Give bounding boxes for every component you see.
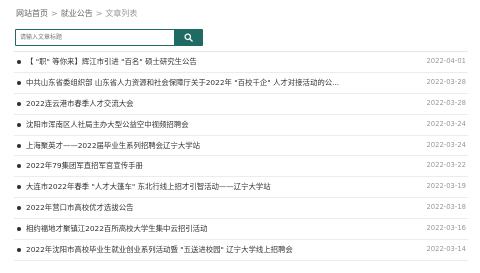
article-date: 2022-03-14 xyxy=(426,245,466,254)
bullet-icon xyxy=(17,227,21,232)
list-item[interactable]: 2022年沈阳市高校毕业生就业创业系列活动暨 "五送进校园" 辽宁大学线上招聘会… xyxy=(14,240,468,261)
article-title-link[interactable]: 上海聚英才——2022届毕业生系列招聘会辽宁大学站 xyxy=(26,136,426,156)
list-item[interactable]: 相约福地才聚镇江2022百所高校大学生集中云招引活动 2022-03-16 xyxy=(14,219,468,241)
bullet-icon xyxy=(17,143,21,148)
bullet-icon xyxy=(17,101,21,106)
article-list: 【 "职" 等你来】辉江市引进 "百名" 硕士研究生公告 2022-04-01 中… xyxy=(14,51,468,261)
bullet-icon xyxy=(17,122,21,127)
article-date: 2022-03-16 xyxy=(426,224,466,233)
list-item[interactable]: 2022年营口市高校优才选拔公告 2022-03-18 xyxy=(14,198,468,220)
list-item[interactable]: 大连市2022年春季 "人才大篷车" 东北行线上招才引智活动——辽宁大学站 202… xyxy=(14,177,468,199)
search-icon xyxy=(183,33,193,42)
article-date: 2022-03-24 xyxy=(426,119,466,128)
list-item[interactable]: 【 "职" 等你来】辉江市引进 "百名" 硕士研究生公告 2022-04-01 xyxy=(14,52,468,73)
article-date: 2022-03-22 xyxy=(426,161,466,170)
search-bar xyxy=(15,29,203,46)
article-date: 2022-03-28 xyxy=(426,98,466,107)
list-item[interactable]: 上海聚英才——2022届毕业生系列招聘会辽宁大学站 2022-03-24 xyxy=(14,136,468,157)
article-title-link[interactable]: 2022年沈阳市高校毕业生就业创业系列活动暨 "五送进校园" 辽宁大学线上招聘会 xyxy=(26,240,426,260)
breadcrumb-section-link[interactable]: 就业公告 xyxy=(61,9,93,18)
article-title-link[interactable]: 2022连云港市春季人才交流大会 xyxy=(26,94,426,114)
breadcrumb: 网站首页 > 就业公告 > 文章列表 xyxy=(16,8,137,19)
breadcrumb-current: 文章列表 xyxy=(105,9,138,18)
search-input[interactable] xyxy=(16,30,174,45)
bullet-icon xyxy=(17,206,21,211)
article-date: 2022-03-24 xyxy=(426,140,466,149)
article-title-link[interactable]: 【 "职" 等你来】辉江市引进 "百名" 硕士研究生公告 xyxy=(26,52,426,72)
article-date: 2022-03-19 xyxy=(426,182,466,191)
bullet-icon xyxy=(17,164,21,169)
article-date: 2022-03-28 xyxy=(426,77,466,86)
list-item[interactable]: 2022连云港市春季人才交流大会 2022-03-28 xyxy=(14,94,468,115)
breadcrumb-separator: > xyxy=(51,9,58,18)
article-date: 2022-04-01 xyxy=(426,57,466,65)
breadcrumb-home-link[interactable]: 网站首页 xyxy=(16,9,48,18)
article-list-page: 网站首页>就业公告>文章列表 【 "职" 等你来】辉江市引进 "百名" 硕士研究… xyxy=(0,0,480,273)
article-title-link[interactable]: 相约福地才聚镇江2022百所高校大学生集中云招引活动 xyxy=(26,219,426,239)
bullet-icon xyxy=(17,185,21,190)
bullet-icon xyxy=(17,80,21,85)
article-title-link[interactable]: 2022年营口市高校优才选拔公告 xyxy=(26,198,426,218)
bullet-icon xyxy=(17,247,21,252)
article-title-link[interactable]: 沈阳市浑南区人社局主办大型公益空中视频招聘会 xyxy=(26,115,426,135)
breadcrumb-separator: > xyxy=(95,9,103,18)
list-item[interactable]: 沈阳市浑南区人社局主办大型公益空中视频招聘会 2022-03-24 xyxy=(14,115,468,136)
article-title-link[interactable]: 大连市2022年春季 "人才大篷车" 东北行线上招才引智活动——辽宁大学站 xyxy=(26,177,426,197)
article-date: 2022-03-18 xyxy=(426,203,466,212)
article-title-link[interactable]: 2022年79集团军直招军官宣传手册 xyxy=(26,156,426,176)
list-item[interactable]: 中共山东省委组织部 山东省人力资源和社会保障厅关于2022年 "百校千企" 人才… xyxy=(14,73,468,94)
search-button[interactable] xyxy=(174,30,202,45)
article-title-link[interactable]: 中共山东省委组织部 山东省人力资源和社会保障厅关于2022年 "百校千企" 人才… xyxy=(26,73,426,93)
list-item[interactable]: 2022年79集团军直招军官宣传手册 2022-03-22 xyxy=(14,156,468,178)
bullet-icon xyxy=(17,59,21,64)
